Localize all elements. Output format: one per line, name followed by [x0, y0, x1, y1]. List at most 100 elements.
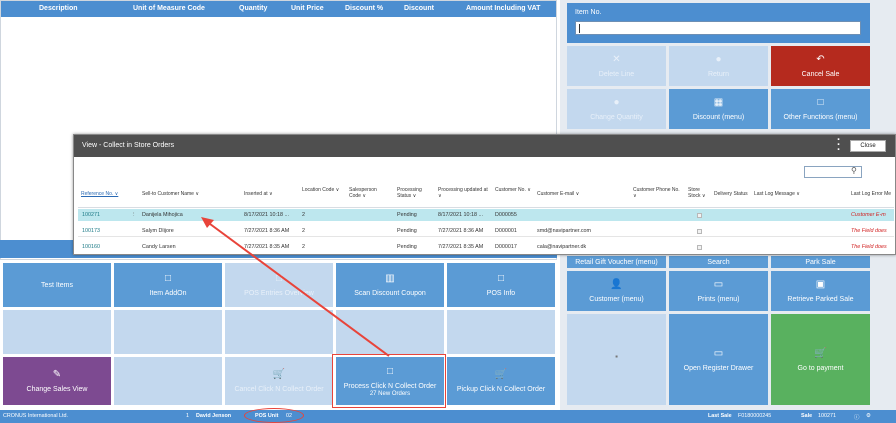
cell-email: cala@navipartner.dk: [537, 244, 587, 250]
search-button[interactable]: Search: [669, 256, 768, 268]
header-sell-to-customer[interactable]: Sell-to Customer Name ∨: [142, 191, 199, 197]
store-stock-checkbox[interactable]: [697, 213, 702, 218]
cart-icon: 🛒: [494, 369, 508, 380]
salesperson-name: David Jenson: [196, 413, 232, 419]
cell-customer-no: D000001: [495, 228, 517, 234]
delete-line-button[interactable]: ✕ Delete Line: [567, 46, 666, 86]
col-description[interactable]: Description: [39, 5, 78, 12]
square-icon: □: [164, 273, 172, 284]
cell-email: smd@navipartner.com: [537, 228, 592, 234]
header-last-log-message[interactable]: Last Log Message ∨: [754, 191, 800, 197]
cell-customer-name: Candy Larsen: [142, 244, 176, 250]
drawer-icon: ▭: [713, 347, 724, 359]
barcode-icon: ▥: [385, 273, 395, 284]
change-quantity-button[interactable]: ● Change Quantity: [567, 89, 666, 129]
return-button[interactable]: ● Return: [669, 46, 768, 86]
header-location-code[interactable]: Location Code ∨: [302, 187, 342, 193]
item-no-input[interactable]: [575, 21, 861, 35]
highlight-box: [332, 354, 446, 408]
change-sales-view-button[interactable]: ✎ Change Sales View: [3, 357, 111, 405]
go-to-payment-button[interactable]: 🛒 Go to payment: [771, 314, 870, 405]
search-icon[interactable]: ⚲: [851, 166, 857, 175]
sales-grid-header: Description Unit of Measure Code Quantit…: [1, 1, 556, 17]
retrieve-parked-sale-button[interactable]: ▣ Retrieve Parked Sale: [771, 271, 870, 311]
customer-menu-button[interactable]: 👤 Customer (menu): [567, 271, 666, 311]
col-unit-of-measure[interactable]: Unit of Measure Code: [133, 5, 205, 12]
header-customer-phone[interactable]: Customer Phone No. ∨: [633, 187, 681, 199]
park-sale-button[interactable]: Park Sale: [771, 256, 870, 268]
cell-status: Pending: [397, 212, 417, 218]
cell-customer-name: Danijela Mihojica: [142, 212, 183, 218]
image-tile[interactable]: ▪: [567, 314, 666, 405]
sale-label: Sale: [801, 413, 813, 419]
empty-tile: [114, 357, 222, 405]
cell-reference-no[interactable]: 100173: [82, 228, 100, 234]
close-button[interactable]: Close: [850, 140, 886, 152]
header-inserted-at[interactable]: Inserted at ∨: [244, 191, 273, 197]
highlight-ellipse: [244, 408, 304, 423]
other-functions-button[interactable]: □ Other Functions (menu): [771, 89, 870, 129]
cell-location: 2: [302, 212, 305, 218]
item-no-label: Item No.: [575, 9, 602, 16]
cell-reference-no[interactable]: 100160: [82, 244, 100, 250]
store-stock-checkbox[interactable]: [697, 229, 702, 234]
settings-icon[interactable]: ⚙: [866, 413, 871, 419]
printer-icon: ▭: [713, 279, 724, 290]
store-stock-checkbox[interactable]: [697, 245, 702, 250]
pos-entries-button[interactable]: □ POS Entries Overview: [225, 263, 333, 307]
retail-gift-voucher-button[interactable]: Retail Gift Voucher (menu): [567, 256, 666, 268]
header-reference-no[interactable]: Reference No. ∨: [81, 191, 118, 197]
cell-reference-no[interactable]: 100271: [82, 212, 100, 218]
cell-customer-no: D000017: [495, 244, 517, 250]
header-divider: [78, 207, 894, 208]
info-icon[interactable]: ⓘ: [854, 413, 859, 421]
user-icon: 👤: [610, 279, 623, 290]
test-items-button[interactable]: Test Items: [3, 263, 111, 307]
collect-in-store-orders-dialog: View - Collect in Store Orders · · · Close…: [73, 134, 896, 255]
row-menu-icon[interactable]: ⋮: [131, 212, 136, 218]
empty-tile: [336, 310, 444, 354]
header-salesperson-code[interactable]: Salesperson Code ∨: [349, 187, 389, 199]
cancel-click-n-collect-button[interactable]: 🛒 Cancel Click N Collect Order: [225, 357, 333, 405]
table-row-selected[interactable]: 100271 ⋮ Danijela Mihojica 8/17/2021 10:…: [78, 209, 894, 221]
header-processing-updated[interactable]: Processing updated at ∨: [438, 187, 490, 199]
table-row[interactable]: 100160 Candy Larsen 7/27/2021 8:35 AM 2 …: [78, 241, 894, 250]
empty-tile: [3, 310, 111, 354]
col-quantity[interactable]: Quantity: [239, 5, 267, 12]
scan-discount-coupon-button[interactable]: ▥ Scan Discount Coupon: [336, 263, 444, 307]
header-processing-status[interactable]: Processing Status ∨: [397, 187, 427, 199]
col-discount-pct[interactable]: Discount %: [345, 5, 383, 12]
empty-tile: [225, 310, 333, 354]
broken-image-icon: ▪: [615, 352, 618, 361]
cell-updated: 7/27/2021 8:36 AM: [438, 228, 484, 234]
cancel-sale-button[interactable]: ↶ Cancel Sale: [771, 46, 870, 86]
empty-tile: [114, 310, 222, 354]
header-last-log-error[interactable]: Last Log Error Me: [851, 191, 891, 197]
col-amount-incl-vat[interactable]: Amount Including VAT: [466, 5, 540, 12]
pos-info-button[interactable]: □ POS Info: [447, 263, 555, 307]
discount-menu-button[interactable]: ▦ Discount (menu): [669, 89, 768, 129]
status-bar: CRONUS International Ltd. 1 David Jenson…: [0, 410, 896, 423]
pickup-click-n-collect-button[interactable]: 🛒 Pickup Click N Collect Order: [447, 357, 555, 405]
header-customer-no[interactable]: Customer No. ∨: [495, 187, 535, 193]
cell-customer-name: Salym Dlijore: [142, 228, 174, 234]
col-unit-price[interactable]: Unit Price: [291, 5, 324, 12]
header-customer-email[interactable]: Customer E-mail ∨: [537, 191, 579, 197]
cell-error: The Field does: [851, 244, 887, 250]
prints-menu-button[interactable]: ▭ Prints (menu): [669, 271, 768, 311]
dialog-title: View - Collect in Store Orders: [82, 142, 175, 149]
header-delivery-status[interactable]: Delivery Status: [714, 191, 748, 197]
cell-customer-no: D000055: [495, 212, 517, 218]
return-icon: ●: [715, 54, 722, 65]
more-options-icon[interactable]: · · ·: [837, 135, 841, 156]
cell-inserted-at: 7/27/2021 8:36 AM: [244, 228, 290, 234]
cell-updated: 7/27/2021 8:35 AM: [438, 244, 484, 250]
col-discount[interactable]: Discount: [404, 5, 434, 12]
item-addon-button[interactable]: □ Item AddOn: [114, 263, 222, 307]
header-store-stock[interactable]: Store Stock ∨: [688, 187, 706, 199]
item-no-panel: Item No.: [567, 3, 870, 43]
last-sale-label: Last Sale: [708, 413, 732, 419]
table-row[interactable]: 100173 Salym Dlijore 7/27/2021 8:36 AM 2…: [78, 225, 894, 237]
delete-icon: ✕: [612, 54, 621, 65]
open-register-drawer-button[interactable]: ▭ Open Register Drawer: [669, 314, 768, 405]
